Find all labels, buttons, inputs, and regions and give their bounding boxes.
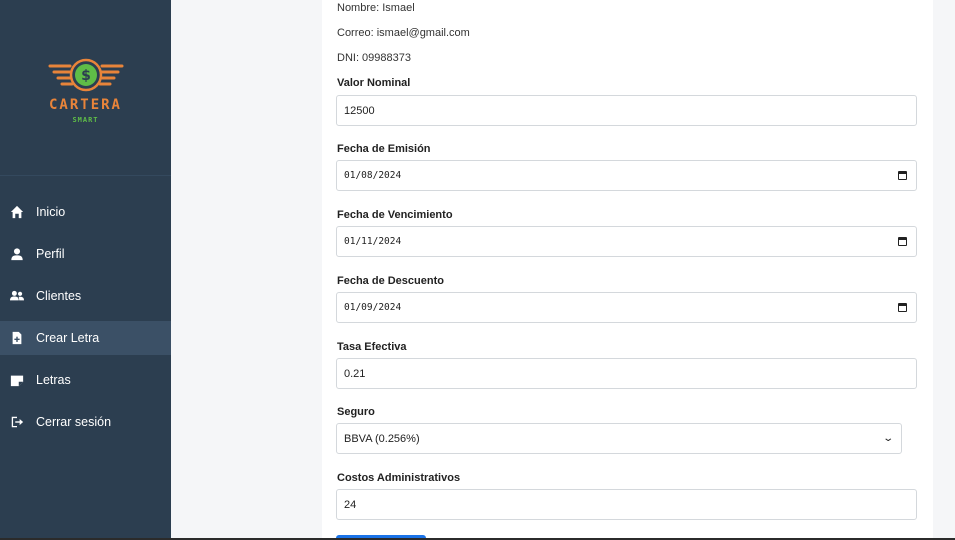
tasa-efectiva-value: 0.21	[344, 367, 366, 380]
tasa-efectiva-input[interactable]: 0.21	[336, 358, 917, 389]
valor-nominal-label: Valor Nominal	[337, 77, 411, 89]
costos-administrativos-label: Costos Administrativos	[337, 472, 461, 484]
sidebar-item-letras[interactable]: Letras	[0, 363, 171, 397]
home-icon	[9, 204, 25, 220]
sidebar-item-label: Crear Letra	[36, 331, 100, 345]
sidebar-item-label: Cerrar sesión	[36, 415, 112, 429]
svg-text:$: $	[81, 68, 91, 84]
fecha-descuento-label: Fecha de Descuento	[337, 275, 444, 287]
form-card	[322, 0, 933, 538]
logout-icon	[9, 414, 25, 430]
sidebar-item-label: Clientes	[36, 289, 82, 303]
fecha-descuento-input[interactable]: 01/09/2024	[336, 292, 917, 323]
brand-title: CARTERA	[48, 97, 122, 113]
tasa-efectiva-label: Tasa Efectiva	[337, 341, 407, 353]
fecha-vencimiento-label: Fecha de Vencimiento	[337, 209, 453, 221]
sidebar-item-label: Letras	[36, 373, 71, 387]
chevron-down-icon: ⌄	[881, 433, 894, 444]
sidebar-item-perfil[interactable]: Perfil	[0, 237, 171, 271]
sidebar-item-crear-letra[interactable]: Crear Letra	[0, 321, 171, 355]
sidebar-item-cerrar-sesion[interactable]: Cerrar sesión	[0, 405, 171, 439]
sidebar-item-inicio[interactable]: Inicio	[0, 195, 171, 229]
sidebar-item-label: Inicio	[36, 205, 66, 219]
users-icon	[9, 288, 25, 304]
sidebar-item-label: Perfil	[36, 247, 65, 261]
file-plus-icon	[9, 330, 25, 346]
seguro-select[interactable]: BBVA (0.256%) ⌄	[336, 423, 902, 454]
brand-subtitle: SMART	[72, 116, 99, 124]
sidebar-nav: Inicio Perfil Clientes Crear Letra Letra…	[0, 195, 171, 447]
sidebar: $ CARTERA SMART Inicio Perfil Clientes C…	[0, 0, 171, 538]
calendar-icon[interactable]	[898, 303, 907, 312]
client-dni: DNI: 09988373	[337, 52, 411, 64]
dollar-coin-icon: $	[48, 58, 124, 92]
client-email: Correo: ismael@gmail.com	[337, 27, 470, 39]
user-icon	[9, 246, 25, 262]
valor-nominal-value: 12500	[344, 104, 375, 117]
fecha-vencimiento-value: 01/11/2024	[344, 236, 402, 247]
file-icon	[9, 372, 25, 388]
brand-logo: $ CARTERA SMART	[0, 0, 171, 176]
calendar-icon[interactable]	[898, 171, 907, 180]
calendar-icon[interactable]	[898, 237, 907, 246]
fecha-descuento-value: 01/09/2024	[344, 302, 402, 313]
seguro-value: BBVA (0.256%)	[344, 432, 420, 445]
seguro-label: Seguro	[337, 406, 375, 418]
valor-nominal-input[interactable]: 12500	[336, 95, 917, 126]
client-name: Nombre: Ismael	[337, 2, 415, 14]
costos-administrativos-value: 24	[344, 498, 357, 511]
fecha-emision-label: Fecha de Emisión	[337, 143, 431, 155]
costos-administrativos-input[interactable]: 24	[336, 489, 917, 520]
fecha-vencimiento-input[interactable]: 01/11/2024	[336, 226, 917, 257]
sidebar-item-clientes[interactable]: Clientes	[0, 279, 171, 313]
fecha-emision-value: 01/08/2024	[344, 170, 402, 181]
fecha-emision-input[interactable]: 01/08/2024	[336, 160, 917, 191]
